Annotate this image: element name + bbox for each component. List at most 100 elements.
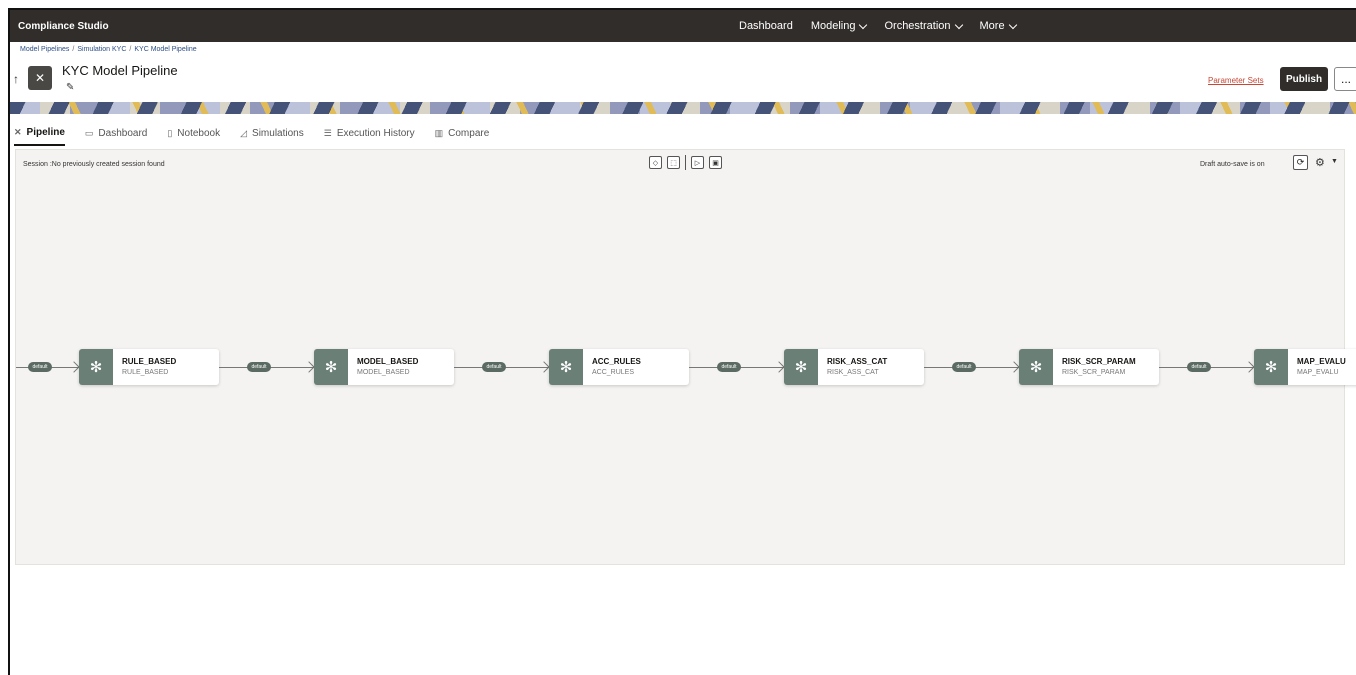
edit-pencil-icon[interactable]: ✎ [66, 82, 74, 93]
snowflake-icon: ✻ [314, 349, 348, 385]
breadcrumb-separator: / [129, 46, 132, 53]
node-subtitle: ACC_RULES [592, 369, 635, 376]
page-title: KYC Model Pipeline [62, 63, 178, 78]
arrow-icon [303, 361, 315, 373]
topnav-more[interactable]: More [979, 20, 1017, 32]
parameter-sets-link[interactable]: Parameter Sets [1208, 76, 1264, 85]
tab-label: Compare [448, 127, 490, 139]
tab-simulations[interactable]: ◿ Simulations [240, 120, 304, 146]
breadcrumb-item[interactable]: Model Pipelines [20, 46, 69, 53]
app-brand: Compliance Studio [18, 20, 109, 32]
cropped-document-heading [130, 0, 320, 6]
snowflake-icon: ✻ [784, 349, 818, 385]
breadcrumb-separator: / [72, 46, 75, 53]
arrow-icon [538, 361, 550, 373]
connector-label[interactable]: default [1187, 362, 1211, 372]
dashboard-icon: ▭ [84, 127, 94, 138]
chevron-down-icon[interactable]: ▼ [1331, 158, 1338, 165]
snowflake-icon: ✻ [1019, 349, 1053, 385]
up-arrow-icon[interactable]: ↑ [13, 72, 19, 86]
run-icon[interactable]: ▷ [691, 156, 704, 169]
arrow-icon [1243, 361, 1255, 373]
pipeline-node[interactable]: ✻ ACC_RULES ACC_RULES [549, 349, 689, 385]
pipeline-node[interactable]: ✻ MODEL_BASED MODEL_BASED [314, 349, 454, 385]
node-text: RISK_SCR_PARAM RISK_SCR_PARAM [1062, 356, 1136, 378]
select-icon[interactable]: ⬚ [667, 156, 680, 169]
chevron-down-icon [954, 20, 963, 29]
tab-dashboard[interactable]: ▭ Dashboard [85, 120, 147, 146]
node-subtitle: RISK_ASS_CAT [827, 369, 879, 376]
tab-bar: ✕ Pipeline ▭ Dashboard ▯ Notebook ◿ Simulations… [14, 120, 489, 146]
node-subtitle: MODEL_BASED [357, 369, 410, 376]
node-name: MAP_EVALU [1297, 357, 1346, 366]
node-name: ACC_RULES [592, 357, 641, 366]
pipeline-node[interactable]: ✻ RULE_BASED RULE_BASED [79, 349, 219, 385]
node-name: RISK_ASS_CAT [827, 357, 888, 366]
connector-label[interactable]: default [717, 362, 741, 372]
gear-icon[interactable]: ⚙ [1315, 156, 1325, 169]
decorative-banner [10, 102, 1356, 114]
topnav-orchestration[interactable]: Orchestration [884, 20, 963, 32]
more-actions-button[interactable]: ... [1334, 67, 1356, 91]
pipeline-node[interactable]: ✻ RISK_ASS_CAT RISK_ASS_CAT [784, 349, 924, 385]
connector-label[interactable]: default [28, 362, 52, 372]
tab-label: Execution History [336, 127, 415, 139]
canvas-toolbar: ◇ ⬚ ▷ ▣ [649, 155, 722, 170]
chevron-down-icon [1008, 20, 1017, 29]
pipeline-node[interactable]: ✻ MAP_EVALU MAP_EVALU [1254, 349, 1356, 385]
tab-label: Pipeline [26, 126, 65, 138]
publish-button[interactable]: Publish [1280, 67, 1328, 91]
node-text: RISK_ASS_CAT RISK_ASS_CAT [827, 356, 887, 378]
autosave-status: Draft auto-save is on [1200, 161, 1265, 168]
pipeline-node[interactable]: ✻ RISK_SCR_PARAM RISK_SCR_PARAM [1019, 349, 1159, 385]
chevron-down-icon [859, 20, 868, 29]
arrow-icon [1008, 361, 1020, 373]
snowflake-icon: ✻ [1254, 349, 1288, 385]
tab-label: Dashboard [98, 127, 148, 139]
connector-label[interactable]: default [482, 362, 506, 372]
node-name: MODEL_BASED [357, 357, 419, 366]
toolbar-divider [685, 155, 686, 170]
node-text: MAP_EVALU MAP_EVALU [1297, 356, 1346, 378]
pipeline-icon: ✕ [28, 66, 52, 90]
node-name: RULE_BASED [122, 357, 177, 366]
tab-pipeline[interactable]: ✕ Pipeline [14, 120, 65, 146]
top-bar: Compliance Studio Dashboard Modeling Orche… [10, 10, 1356, 42]
topnav-dashboard[interactable]: Dashboard [739, 20, 793, 32]
tab-execution-history[interactable]: ☰ Execution History [324, 120, 415, 146]
compare-icon: ▥ [434, 127, 444, 138]
snowflake-icon: ✻ [549, 349, 583, 385]
tab-compare[interactable]: ▥ Compare [435, 120, 490, 146]
breadcrumb-item: KYC Model Pipeline [134, 46, 197, 53]
refresh-icon[interactable]: ⟳ [1293, 155, 1308, 170]
node-subtitle: RISK_SCR_PARAM [1062, 369, 1126, 376]
notebook-icon: ▯ [167, 127, 173, 138]
node-subtitle: MAP_EVALU [1297, 369, 1339, 376]
tab-label: Simulations [252, 127, 304, 139]
topnav-modeling[interactable]: Modeling [811, 20, 868, 32]
node-text: ACC_RULES ACC_RULES [592, 356, 641, 378]
pipeline-canvas[interactable]: Session :No previously created session f… [15, 149, 1356, 565]
snowflake-icon: ✻ [79, 349, 113, 385]
pipeline-flow: default ✻ RULE_BASED RULE_BASED default ✻ MODE… [16, 349, 1356, 385]
node-name: RISK_SCR_PARAM [1062, 357, 1136, 366]
arrow-icon [773, 361, 785, 373]
connector-label[interactable]: default [247, 362, 271, 372]
node-text: RULE_BASED RULE_BASED [122, 356, 176, 378]
chart-icon: ◿ [240, 127, 248, 138]
topnav-label: More [979, 20, 1005, 32]
breadcrumb: Model Pipelines / Simulation KYC / KYC Model… [20, 46, 197, 53]
validate-icon[interactable]: ◇ [649, 156, 662, 169]
list-icon: ☰ [323, 127, 332, 138]
save-icon[interactable]: ▣ [709, 156, 722, 169]
topnav-label: Dashboard [739, 20, 793, 32]
tab-label: Notebook [177, 127, 221, 139]
breadcrumb-item[interactable]: Simulation KYC [77, 46, 126, 53]
tab-notebook[interactable]: ▯ Notebook [167, 120, 220, 146]
node-subtitle: RULE_BASED [122, 369, 169, 376]
arrow-icon [68, 361, 80, 373]
top-nav: Dashboard Modeling Orchestration More [739, 10, 1017, 42]
connector-label[interactable]: default [952, 362, 976, 372]
pipeline-icon: ✕ [14, 126, 22, 137]
session-status: Session :No previously created session f… [23, 161, 165, 168]
